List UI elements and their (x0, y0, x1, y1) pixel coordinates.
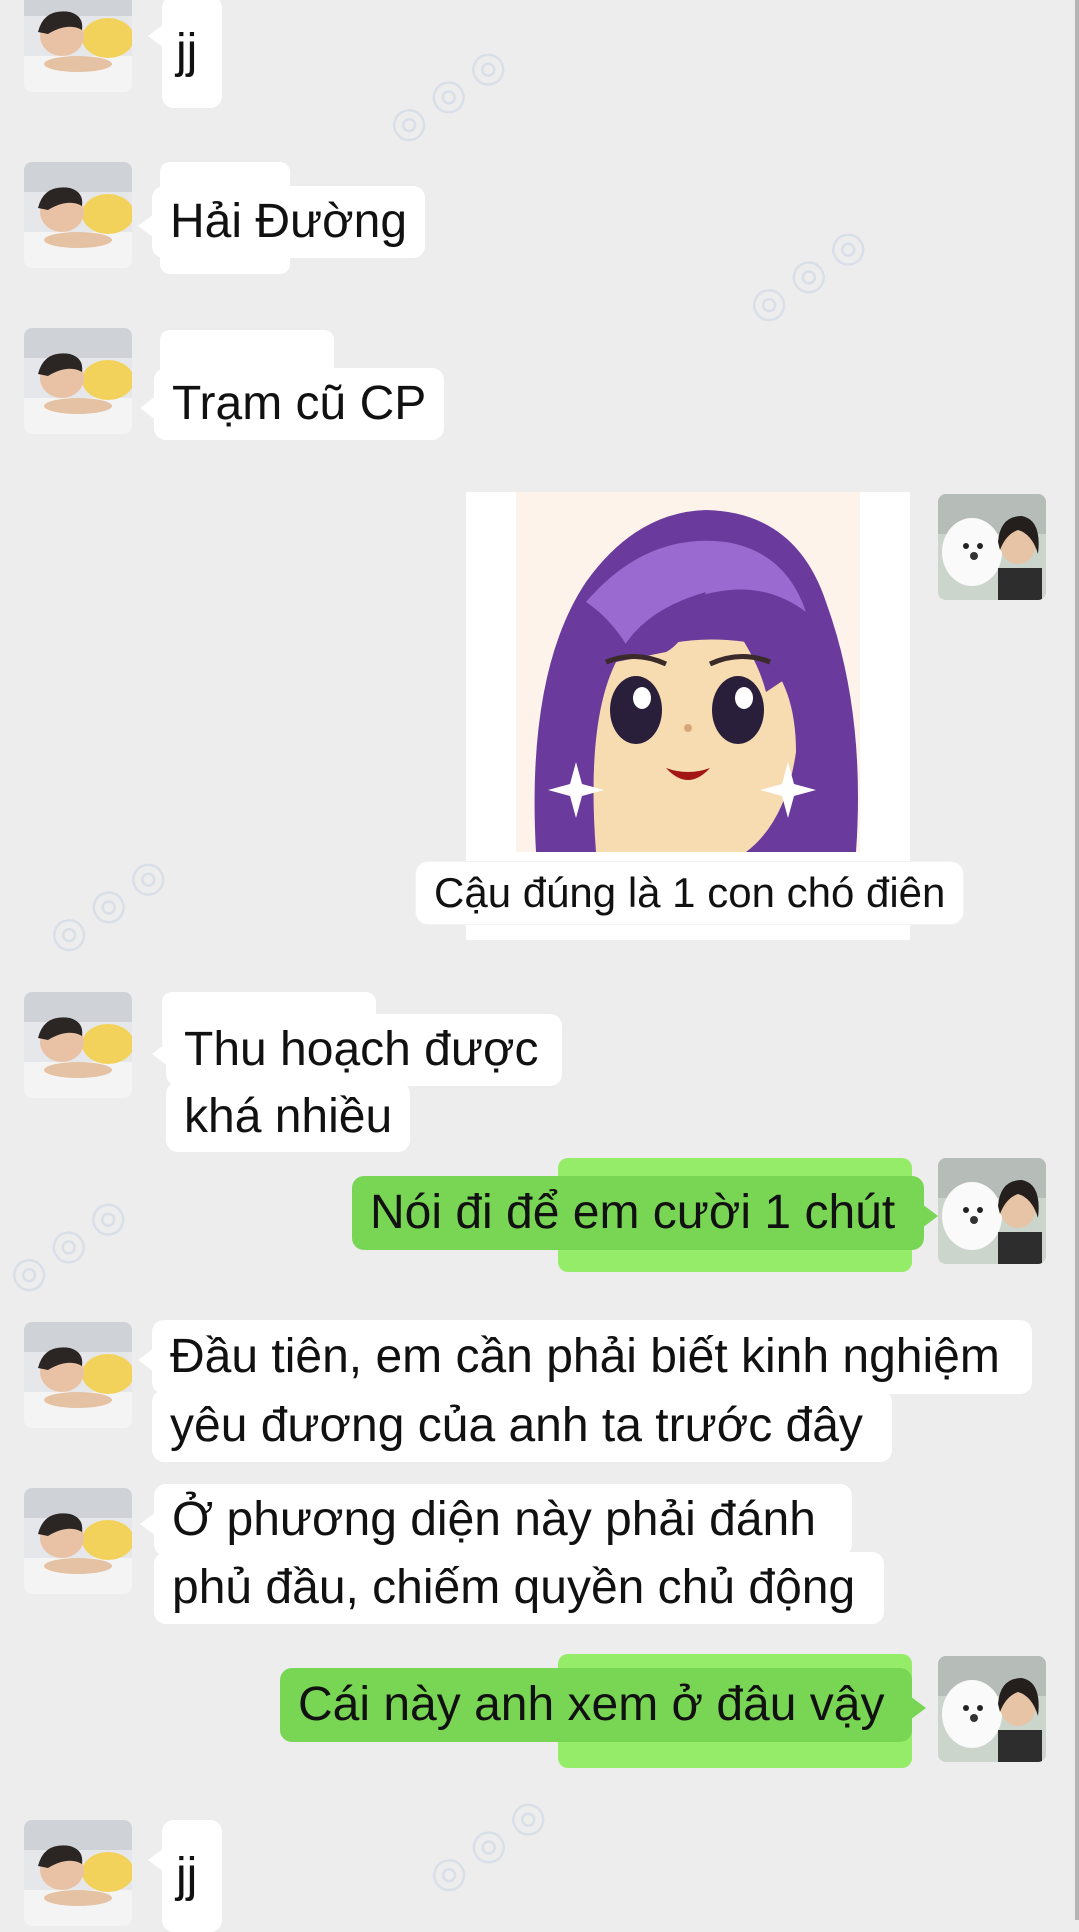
contact-avatar[interactable] (24, 162, 132, 268)
message-bubble-incoming-line2[interactable]: yêu đương của anh ta trước đây (152, 1390, 892, 1462)
message-line: khá nhiều (184, 1090, 393, 1143)
message-bubble-incoming[interactable]: Trạm cũ CP (139, 368, 445, 440)
person-with-white-dog-avatar-icon (938, 494, 1046, 600)
message-bubble-outgoing[interactable]: Cái này anh xem ở đâu vậy (280, 1668, 926, 1742)
person-with-white-dog-avatar-icon (938, 1158, 1046, 1264)
watermark: ◎ ◎ ◎ (0, 1187, 135, 1302)
message-text: jj (176, 25, 198, 78)
boy-lying-avatar-icon (24, 1820, 132, 1926)
watermark: ◎ ◎ ◎ (738, 217, 875, 332)
contact-avatar[interactable] (24, 1322, 132, 1428)
boy-lying-avatar-icon (24, 328, 132, 434)
message-bubble-incoming[interactable]: Hải Đường (137, 186, 426, 258)
message-bubble-incoming[interactable]: Đầu tiên, em cần phải biết kinh nghiệm (138, 1320, 1032, 1394)
message-bubble-incoming[interactable]: Thu hoạch được (152, 1014, 562, 1086)
message-text: Cái này anh xem ở đâu vậy (298, 1678, 885, 1731)
message-line: Thu hoạch được (184, 1023, 539, 1076)
message-bubble-incoming[interactable]: jj (148, 0, 222, 108)
message-line: Đầu tiên, em cần phải biết kinh nghiệm (170, 1330, 1000, 1383)
watermark: ◎ ◎ ◎ (38, 847, 175, 962)
watermark: ◎ ◎ ◎ (378, 37, 515, 152)
contact-avatar[interactable] (24, 1820, 132, 1926)
message-bubble-incoming[interactable]: Ở phương diện này phải đánh (140, 1484, 852, 1556)
message-bubble-incoming[interactable]: jj (148, 1820, 222, 1932)
boy-lying-avatar-icon (24, 1322, 132, 1428)
contact-avatar[interactable] (24, 0, 132, 92)
message-line: phủ đầu, chiếm quyền chủ động (172, 1561, 856, 1614)
message-line: yêu đương của anh ta trước đây (170, 1399, 863, 1452)
scroll-edge (1075, 0, 1079, 1920)
sticker-caption: Cậu đúng là 1 con chó điên (416, 862, 964, 924)
my-avatar[interactable] (938, 1656, 1046, 1762)
my-avatar[interactable] (938, 1158, 1046, 1264)
message-text: Trạm cũ CP (172, 377, 427, 430)
boy-lying-avatar-icon (24, 162, 132, 268)
message-bubble-incoming-line2[interactable]: khá nhiều (166, 1082, 411, 1152)
boy-lying-avatar-icon (24, 0, 132, 92)
message-text: jj (176, 1849, 198, 1902)
watermark: ◎ ◎ ◎ (418, 1787, 555, 1902)
message-text: Nói đi để em cười 1 chút (370, 1186, 896, 1239)
boy-lying-avatar-icon (24, 1488, 132, 1594)
message-line: Ở phương diện này phải đánh (172, 1493, 816, 1546)
boy-lying-avatar-icon (24, 992, 132, 1098)
message-bubble-incoming-line2[interactable]: phủ đầu, chiếm quyền chủ động (154, 1552, 884, 1624)
my-avatar[interactable] (938, 494, 1046, 600)
message-text: Hải Đường (170, 195, 408, 248)
message-bubble-outgoing[interactable]: Nói đi để em cười 1 chút (352, 1176, 938, 1250)
contact-avatar[interactable] (24, 328, 132, 434)
contact-avatar[interactable] (24, 1488, 132, 1594)
person-with-white-dog-avatar-icon (938, 1656, 1046, 1762)
contact-avatar[interactable] (24, 992, 132, 1098)
